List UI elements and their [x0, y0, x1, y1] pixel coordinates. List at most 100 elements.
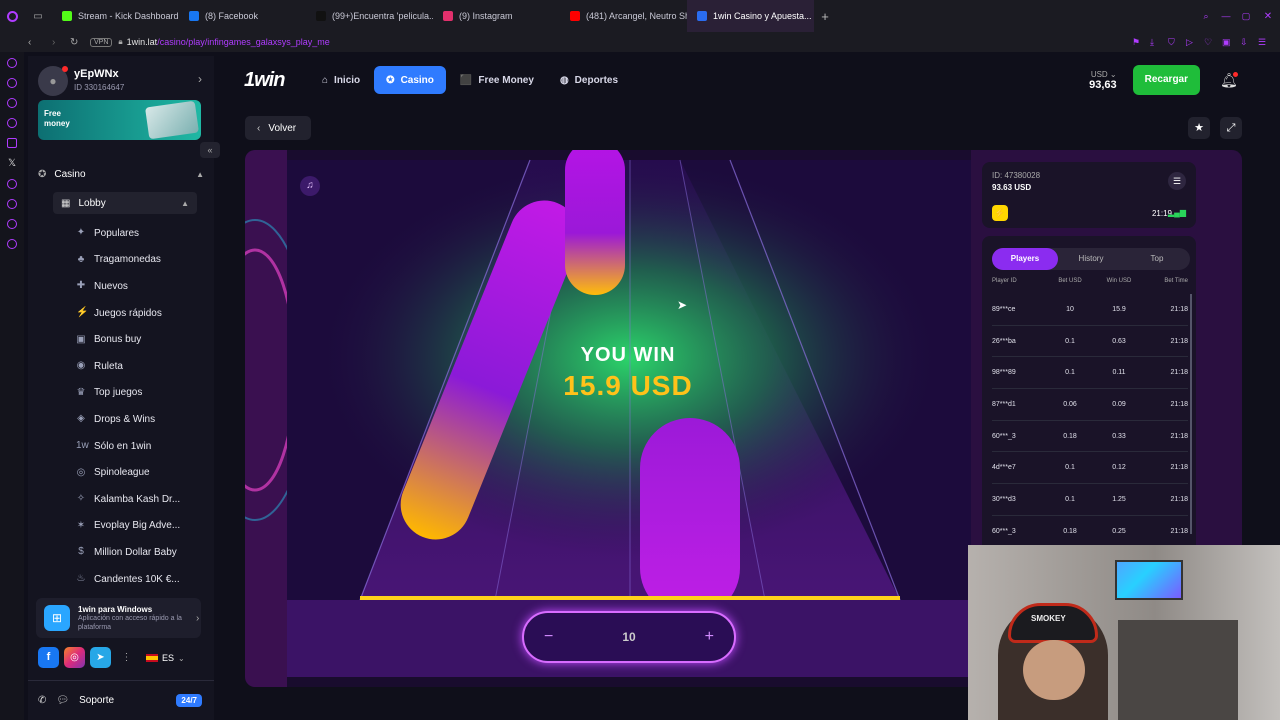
sidebar-item-drops-wins[interactable]: ◈ Drops & Wins — [28, 406, 214, 433]
vpn-badge[interactable]: VPN — [90, 37, 113, 47]
collapse-sidebar-button[interactable]: « — [200, 142, 220, 158]
more-icon[interactable]: ⋮ — [116, 647, 137, 668]
cell-win: 0.12 — [1112, 464, 1126, 472]
maximize-icon[interactable]: ▢ — [1236, 11, 1256, 22]
nav-label: Deportes — [574, 74, 619, 86]
tab-top[interactable]: Top — [1124, 248, 1190, 270]
menu-icon[interactable]: ☰ — [1258, 37, 1280, 48]
telegram-icon[interactable]: ➤ — [90, 647, 111, 668]
casino-section-label: Casino — [54, 168, 86, 180]
sidebar-item-spinoleague[interactable]: ◎ Spinoleague — [28, 459, 214, 486]
browser-logo-icon[interactable] — [0, 0, 24, 32]
twitch-icon[interactable] — [7, 138, 17, 148]
sidebar-app-icon[interactable] — [7, 98, 17, 108]
wallet-icon[interactable]: ▣ — [1222, 37, 1240, 48]
downloads-icon[interactable]: ⇩ — [1240, 37, 1258, 48]
x-icon[interactable]: 𝕏 — [8, 158, 16, 169]
heart-icon[interactable]: ♡ — [1204, 37, 1222, 48]
forward-icon[interactable]: › — [52, 37, 70, 48]
browser-tab[interactable]: (8) Facebook — [179, 0, 306, 32]
game-left-edge — [245, 150, 287, 687]
sidebar-item-nuevos[interactable]: ✚ Nuevos — [28, 273, 214, 300]
notifications-icon[interactable]: 🔔︎ — [1220, 71, 1240, 89]
sidebar-app-icon[interactable] — [7, 219, 17, 229]
sidebar-app-icon[interactable] — [7, 118, 17, 128]
deposit-button[interactable]: Recargar — [1132, 65, 1200, 95]
tab-history[interactable]: History — [1058, 248, 1124, 270]
browser-tab[interactable]: (481) Arcangel, Neutro Sh... — [560, 0, 687, 32]
url-path[interactable]: /casino/play/infingames_galaxsys_play_me — [157, 37, 330, 47]
sidebar-item-top-juegos[interactable]: ♛ Top juegos — [28, 380, 214, 407]
lobby-item[interactable]: ▦ Lobby ▲ — [53, 192, 197, 214]
browser-tab[interactable]: (9) Instagram — [433, 0, 560, 32]
lobby-label: Lobby — [78, 197, 106, 209]
search-tabs-icon[interactable]: ⌕ — [1196, 11, 1216, 22]
back-button[interactable]: ‹ Volver — [245, 116, 311, 140]
back-icon[interactable]: ‹ — [28, 37, 52, 48]
support-row[interactable]: ✆ 💬︎ Soporte 24/7 — [38, 690, 202, 710]
cell-bet: 0.1 — [1065, 495, 1075, 503]
url-host[interactable]: 1win.lat — [127, 37, 158, 47]
win-amount-row: 15.9 USD — [528, 370, 728, 402]
sidebar-item-populares[interactable]: ✦ Populares — [28, 220, 214, 247]
sidebar-app-icon[interactable] — [7, 58, 17, 68]
tab-favicon-icon — [443, 11, 453, 21]
free-money-banner[interactable]: Free money — [38, 100, 201, 140]
reload-icon[interactable]: ↻ — [70, 37, 90, 48]
tab-players[interactable]: Players — [992, 248, 1058, 270]
nav-inicio[interactable]: ⌂ Inicio — [310, 66, 372, 94]
sidebar-app-icon[interactable] — [7, 78, 17, 88]
download-icon[interactable]: ⤓ — [1150, 37, 1168, 48]
chevron-right-icon[interactable]: › — [198, 72, 202, 86]
sidebar-item-evoplay-big-adve[interactable]: ✶ Evoplay Big Adve... — [28, 513, 214, 540]
col-time: Bet Time — [1164, 278, 1188, 284]
windows-app-banner[interactable]: ⊞ 1win para Windows Aplicación con acces… — [36, 598, 201, 638]
casino-section[interactable]: ✪ Casino ▲ — [38, 164, 204, 184]
nav-free-money[interactable]: ⬛ Free Money — [448, 66, 546, 94]
sidebar-item-bonus-buy[interactable]: ▣ Bonus buy — [28, 326, 214, 353]
nav-casino[interactable]: ✪ Casino — [374, 66, 446, 94]
play-icon[interactable]: ▷ — [1186, 37, 1204, 48]
close-window-icon[interactable]: ✕ — [1256, 11, 1280, 22]
tab-strip-icon[interactable]: ▭ — [24, 0, 52, 32]
shield-icon[interactable]: ⛉ — [1168, 37, 1186, 48]
sidebar-item-ruleta[interactable]: ◉ Ruleta — [28, 353, 214, 380]
browser-tab[interactable]: (99+)Encuentra 'pelicula... — [306, 0, 433, 32]
bet-increase-button[interactable]: + — [705, 628, 714, 646]
minimize-icon[interactable]: — — [1216, 11, 1236, 21]
music-toggle-icon[interactable]: ♫ — [300, 176, 320, 196]
sidebar-item-juegos-r-pidos[interactable]: ⚡ Juegos rápidos — [28, 300, 214, 327]
logo[interactable]: 1win — [244, 69, 310, 92]
new-tab-button[interactable]: + — [814, 0, 836, 32]
sidebar-item-kalamba-kash-dr[interactable]: ✧ Kalamba Kash Dr... — [28, 486, 214, 513]
bookmark-icon[interactable]: ⚑ — [1132, 37, 1150, 48]
sidebar-app-icon[interactable] — [7, 179, 17, 189]
tab-favicon-icon — [570, 11, 580, 21]
facebook-icon[interactable]: f — [38, 647, 59, 668]
settings-icon[interactable] — [7, 239, 17, 249]
cell-win: 0.09 — [1112, 400, 1126, 408]
sidebar-item-million-dollar-baby[interactable]: $ Million Dollar Baby — [28, 539, 214, 566]
browser-tab[interactable]: 1win Casino y Apuesta... — [687, 0, 814, 32]
desk-furniture — [1118, 620, 1238, 720]
bet-stepper[interactable]: − 10 + — [522, 611, 736, 663]
language-selector[interactable]: ES ⌄ — [146, 649, 202, 667]
balance-block[interactable]: USD ⌄ 93,63 — [1089, 70, 1117, 91]
bet-decrease-button[interactable]: − — [544, 628, 553, 646]
nav-deportes[interactable]: ◍ Deportes — [548, 66, 630, 94]
wall-tv — [1115, 560, 1183, 600]
panel-menu-icon[interactable]: ☰ — [1168, 172, 1186, 190]
sidebar-item-candentes-10k[interactable]: ♨ Candentes 10K €... — [28, 566, 214, 593]
sidebar-item-tragamonedas[interactable]: ♣ Tragamonedas — [28, 247, 214, 274]
instagram-icon[interactable]: ◎ — [64, 647, 85, 668]
new-icon: ✚ — [76, 280, 86, 292]
browser-tab[interactable]: Stream - Kick Dashboard — [52, 0, 179, 32]
bet-value[interactable]: 10 — [622, 630, 635, 644]
sidebar-app-icon[interactable] — [7, 199, 17, 209]
tab-label: (9) Instagram — [459, 11, 513, 21]
scrollbar[interactable] — [1190, 294, 1192, 534]
sidebar-item-s-lo-en-1win[interactable]: 1w Sólo en 1win — [28, 433, 214, 460]
user-block[interactable]: ● yEpWNx ID 330164647 › — [38, 64, 204, 98]
fullscreen-button[interactable]: ⤢ — [1220, 117, 1242, 139]
favorite-button[interactable]: ★ — [1188, 117, 1210, 139]
